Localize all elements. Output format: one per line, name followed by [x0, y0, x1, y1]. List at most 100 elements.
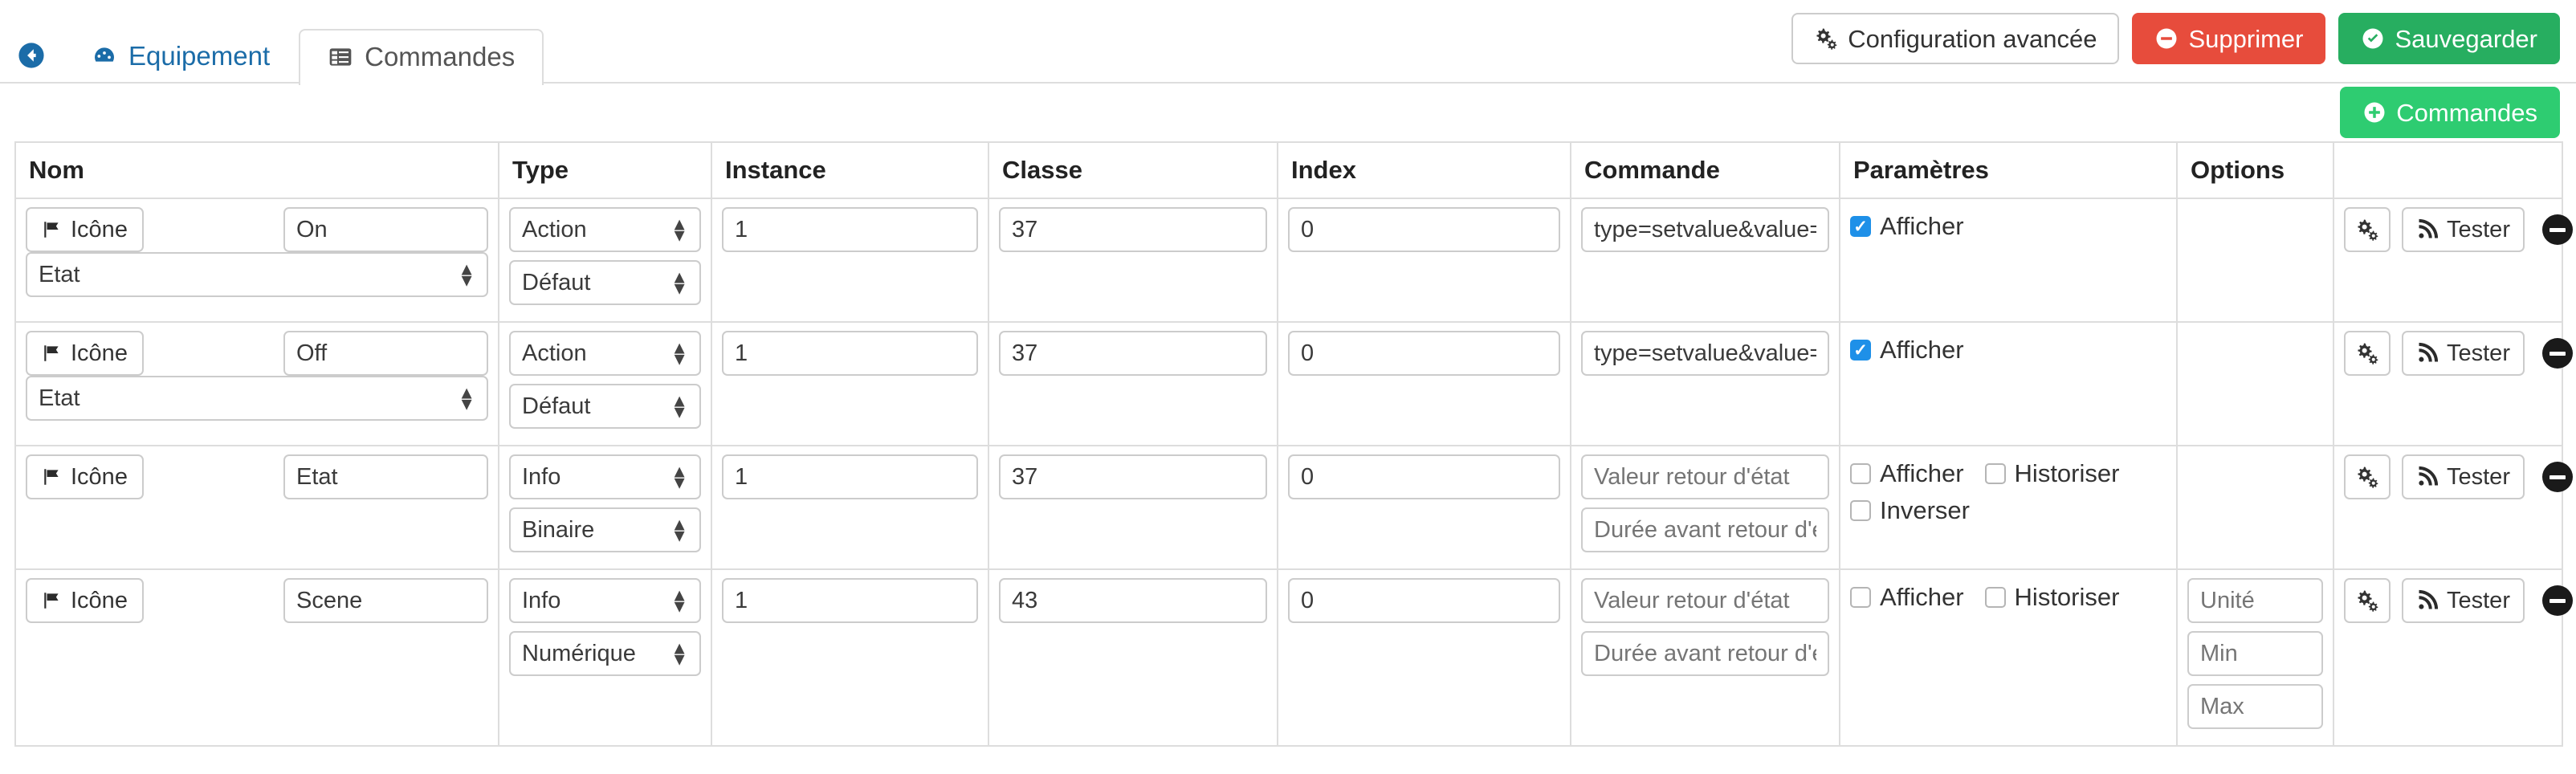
classe-input[interactable] [999, 578, 1267, 623]
nom-input[interactable] [283, 578, 488, 623]
nom-etat-select[interactable]: Etat ▲ ▼ [26, 252, 488, 297]
inverser-checkbox-box[interactable] [1850, 500, 1871, 521]
classe-input[interactable] [999, 207, 1267, 252]
historiser-checkbox-box[interactable] [1984, 463, 2006, 484]
icone-button-label: Icône [71, 340, 128, 366]
delete-command-button[interactable] [2541, 214, 2573, 245]
configure-command-button[interactable] [2344, 207, 2391, 252]
index-input[interactable] [1288, 331, 1560, 376]
afficher-checkbox[interactable]: Afficher [1850, 583, 1964, 612]
tester-button[interactable]: Tester [2402, 454, 2525, 499]
icone-button[interactable]: Icône [26, 578, 144, 623]
table-row: Icône Info▲▼ Numérique▲▼ Afficher Historiser… [14, 568, 2573, 747]
cell-commande [1570, 568, 1840, 747]
type-select[interactable]: Info ▲ ▼ [509, 578, 701, 623]
duree-retour-etat-input[interactable] [1581, 507, 1829, 552]
afficher-checkbox-box[interactable] [1850, 216, 1871, 237]
historiser-checkbox[interactable]: Historiser [1984, 459, 2119, 488]
subtype-select[interactable]: Numérique ▲ ▼ [509, 631, 701, 676]
nom-input[interactable] [283, 331, 488, 376]
parametres-checkboxes: Afficher [1850, 331, 2166, 365]
icone-button-label: Icône [71, 463, 128, 490]
valeur-retour-etat-input[interactable] [1581, 454, 1829, 499]
instance-input[interactable] [722, 578, 978, 623]
configure-command-button[interactable] [2344, 331, 2391, 376]
valeur-retour-etat-input[interactable] [1581, 578, 1829, 623]
max-input[interactable] [2187, 684, 2323, 729]
flag-icon [42, 466, 63, 487]
cogs-icon [2355, 589, 2379, 613]
index-input[interactable] [1288, 578, 1560, 623]
cell-type: Action ▲ ▼ Défaut ▲ ▼ [498, 198, 712, 323]
icone-button[interactable]: Icône [26, 454, 144, 499]
tester-button[interactable]: Tester [2402, 207, 2525, 252]
afficher-checkbox-box[interactable] [1850, 463, 1871, 484]
afficher-checkbox-box[interactable] [1850, 340, 1871, 361]
nom-input[interactable] [283, 207, 488, 252]
subtype-select[interactable]: Défaut ▲ ▼ [509, 384, 701, 429]
nom-input[interactable] [283, 454, 488, 499]
min-input[interactable] [2187, 631, 2323, 676]
signal-icon [2416, 589, 2439, 612]
tester-label: Tester [2447, 216, 2510, 242]
tab-commandes[interactable]: Commandes [299, 29, 544, 85]
icone-button[interactable]: Icône [26, 331, 144, 376]
delete-command-button[interactable] [2541, 585, 2573, 616]
instance-input[interactable] [722, 331, 978, 376]
cell-actions: Tester [2333, 321, 2573, 446]
configure-command-button[interactable] [2344, 578, 2391, 623]
parametres-checkboxes: Afficher Historiser Inverser [1850, 454, 2166, 525]
flag-icon [42, 590, 63, 611]
historiser-checkbox-box[interactable] [1984, 587, 2006, 608]
unite-input[interactable] [2187, 578, 2323, 623]
tester-button[interactable]: Tester [2402, 578, 2525, 623]
historiser-checkbox[interactable]: Historiser [1984, 583, 2119, 612]
index-input[interactable] [1288, 207, 1560, 252]
cell-index [1277, 321, 1571, 446]
cell-index [1277, 198, 1571, 323]
cell-instance [711, 568, 989, 747]
dashboard-icon [92, 43, 117, 69]
subtype-select[interactable]: Binaire ▲ ▼ [509, 507, 701, 552]
column-header-nom: Nom [14, 141, 499, 199]
classe-input[interactable] [999, 454, 1267, 499]
subtype-select[interactable]: Défaut ▲ ▼ [509, 260, 701, 305]
cell-type: Action ▲ ▼ Défaut ▲ ▼ [498, 321, 712, 446]
back-button[interactable] [0, 27, 63, 84]
type-select[interactable]: Info ▲ ▼ [509, 454, 701, 499]
minus-circle-icon [2154, 26, 2179, 51]
index-input[interactable] [1288, 454, 1560, 499]
supprimer-button[interactable]: Supprimer [2132, 13, 2326, 64]
icone-button[interactable]: Icône [26, 207, 144, 252]
tab-equipement[interactable]: Equipement [63, 27, 299, 84]
nom-controls: Icône [26, 454, 488, 499]
sauvegarder-button[interactable]: Sauvegarder [2338, 13, 2560, 64]
afficher-checkbox-box[interactable] [1850, 587, 1871, 608]
type-select[interactable]: Action ▲ ▼ [509, 207, 701, 252]
commande-input[interactable] [1581, 331, 1829, 376]
duree-retour-etat-input[interactable] [1581, 631, 1829, 676]
instance-input[interactable] [722, 207, 978, 252]
afficher-checkbox[interactable]: Afficher [1850, 336, 1964, 365]
type-select-value: Info [509, 578, 701, 623]
delete-command-button[interactable] [2541, 462, 2573, 492]
nom-etat-select[interactable]: Etat ▲ ▼ [26, 376, 488, 421]
subtype-select-value: Défaut [509, 260, 701, 305]
tester-button[interactable]: Tester [2402, 331, 2525, 376]
arrow-circle-left-icon [18, 42, 45, 69]
configuration-avancee-button[interactable]: Configuration avancée [1791, 13, 2120, 64]
tester-label: Tester [2447, 340, 2510, 366]
cell-nom: Icône Etat▲▼ [14, 321, 499, 446]
afficher-checkbox[interactable]: Afficher [1850, 212, 1964, 241]
commande-input[interactable] [1581, 207, 1829, 252]
top-action-buttons: Configuration avancée Supprimer Sauvegar… [1791, 13, 2560, 64]
type-select[interactable]: Action ▲ ▼ [509, 331, 701, 376]
classe-input[interactable] [999, 331, 1267, 376]
inverser-checkbox[interactable]: Inverser [1850, 496, 1970, 525]
add-commande-button[interactable]: Commandes [2340, 87, 2560, 138]
parametres-checkboxes: Afficher [1850, 207, 2166, 241]
instance-input[interactable] [722, 454, 978, 499]
configure-command-button[interactable] [2344, 454, 2391, 499]
afficher-checkbox[interactable]: Afficher [1850, 459, 1964, 488]
delete-command-button[interactable] [2541, 338, 2573, 369]
